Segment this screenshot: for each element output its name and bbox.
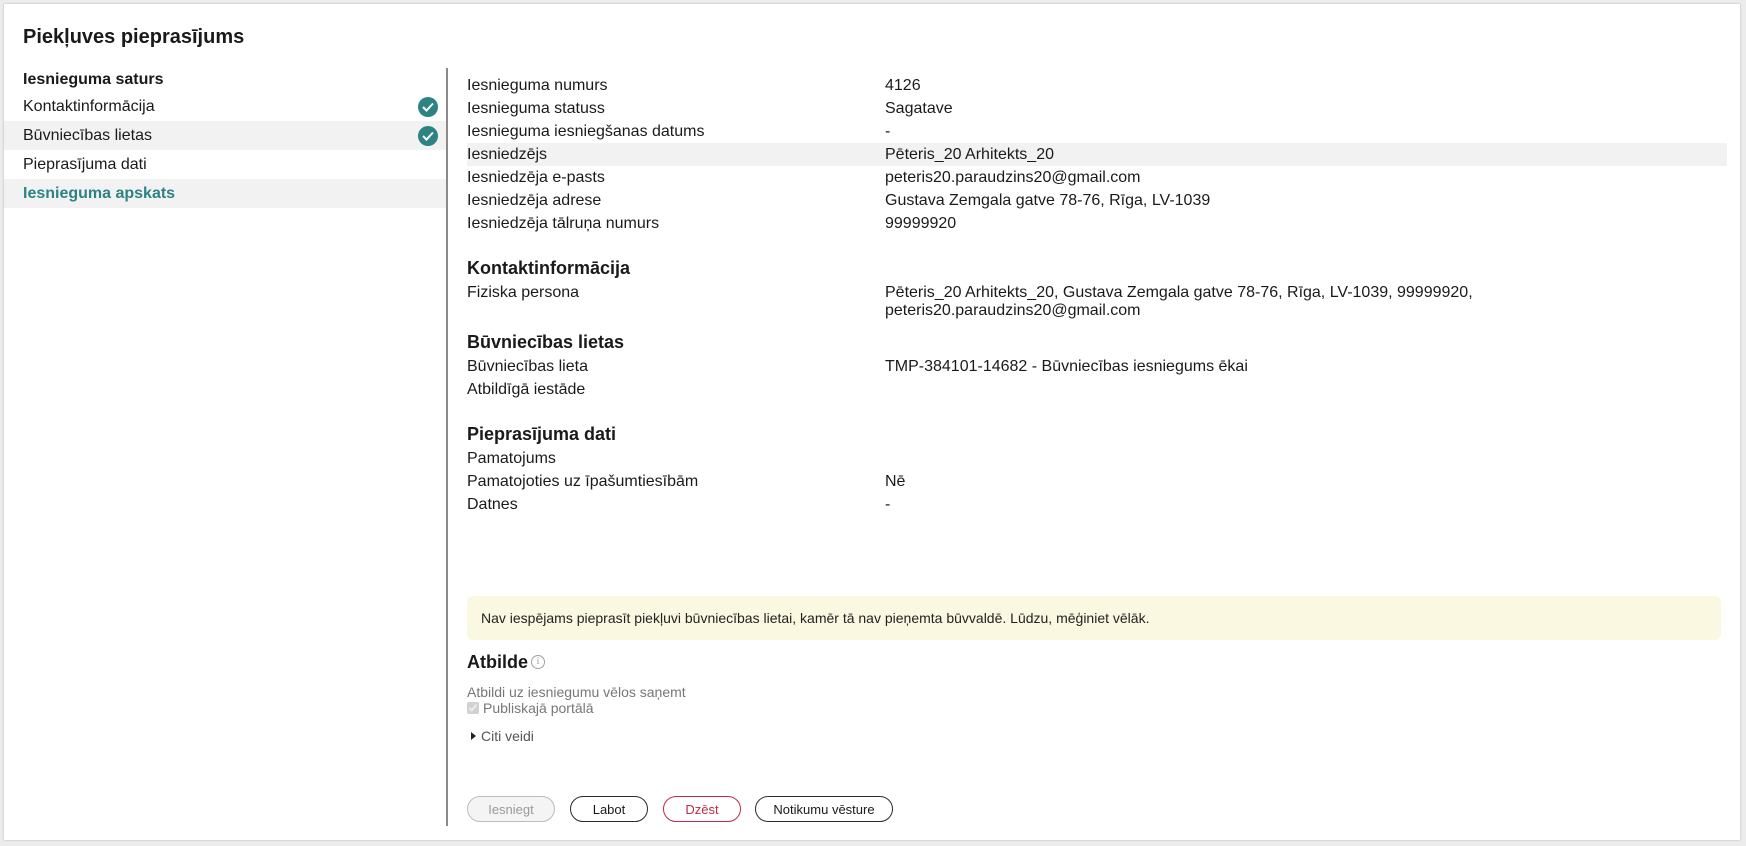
summary-section: Iesnieguma numurs 4126 Iesnieguma status… (467, 74, 1727, 235)
history-button[interactable]: Notikumu vēsture (755, 796, 893, 822)
contact-section-title: Kontaktinformācija (467, 258, 631, 278)
summary-row: Iesnieguma iesniegšanas datums - (467, 120, 1727, 143)
check-circle-icon (418, 126, 438, 146)
field-value: Gustava Zemgala gatve 78-76, Rīga, LV-10… (885, 192, 1211, 209)
field-label: Datnes (467, 496, 518, 513)
answer-subtitle: Atbildi uz iesniegumu vēlos saņemt (467, 684, 686, 700)
vertical-divider (446, 68, 448, 826)
summary-row: Iesniedzēja adrese Gustava Zemgala gatve… (467, 189, 1727, 212)
edit-button[interactable]: Labot (570, 796, 648, 822)
public-portal-checkbox[interactable] (467, 702, 479, 714)
field-value: 4126 (885, 77, 921, 94)
page-title: Piekļuves pieprasījums (23, 26, 245, 48)
submit-button[interactable]: Iesniegt (467, 796, 555, 822)
checkbox-label: Publiskajā portālā (483, 700, 594, 716)
contact-row: Fiziska persona Pēteris_20 Arhitekts_20,… (467, 281, 1727, 319)
request-section-title: Pieprasījuma dati (467, 424, 617, 444)
field-label: Atbildīgā iestāde (467, 381, 586, 398)
field-value: Pēteris_20 Arhitekts_20, Gustava Zemgala… (885, 284, 1473, 319)
check-circle-icon (418, 97, 438, 117)
sidebar-item-label: Iesnieguma apskats (23, 185, 176, 202)
field-label: Fiziska persona (467, 284, 580, 301)
sidebar-item-construction-cases[interactable]: Būvniecības lietas (4, 121, 446, 150)
sidebar-heading: Iesnieguma saturs (23, 71, 164, 88)
field-label: Pamatojums (467, 450, 556, 467)
field-label: Iesniedzēja e-pasts (467, 169, 605, 186)
field-label: Iesniedzējs (467, 146, 548, 163)
sidebar-item-label: Pieprasījuma dati (23, 156, 147, 173)
construction-row: Būvniecības lieta TMP-384101-14682 - Būv… (467, 355, 1727, 378)
warning-notice: Nav iespējams pieprasīt piekļuvi būvniec… (467, 596, 1721, 640)
field-value: TMP-384101-14682 - Būvniecības iesniegum… (885, 358, 1248, 375)
caret-right-icon (471, 732, 476, 740)
field-value: 99999920 (885, 215, 957, 232)
field-value: Nē (885, 473, 906, 490)
field-label: Iesnieguma numurs (467, 77, 608, 94)
delete-button[interactable]: Dzēst (663, 796, 741, 822)
summary-row: Iesnieguma numurs 4126 (467, 74, 1727, 97)
field-label: Iesniedzēja adrese (467, 192, 602, 209)
construction-section-title: Būvniecības lietas (467, 332, 625, 352)
other-methods-toggle[interactable]: Citi veidi (471, 728, 534, 744)
info-icon[interactable]: i (531, 655, 545, 669)
summary-row: Iesniedzējs Pēteris_20 Arhitekts_20 (467, 143, 1727, 166)
sidebar-item-review[interactable]: Iesnieguma apskats (4, 179, 446, 208)
field-label: Iesnieguma statuss (467, 100, 605, 117)
sidebar-item-request-data[interactable]: Pieprasījuma dati (4, 150, 446, 179)
sidebar: Iesnieguma saturs Kontaktinformācija Būv… (4, 68, 446, 208)
field-value: - (885, 123, 891, 140)
field-value: peteris20.paraudzins20@gmail.com (885, 169, 1141, 186)
field-value: Sagatave (885, 100, 953, 117)
field-value: - (885, 496, 891, 513)
summary-row: Iesnieguma statuss Sagatave (467, 97, 1727, 120)
request-row: Pamatojoties uz īpašumtiesībām Nē (467, 470, 1727, 493)
field-label: Iesniedzēja tālruņa numurs (467, 215, 660, 232)
summary-row: Iesniedzēja tālruņa numurs 99999920 (467, 212, 1727, 235)
sidebar-item-label: Kontaktinformācija (23, 98, 155, 115)
request-row: Pamatojums (467, 447, 1727, 470)
application-card: Piekļuves pieprasījums Iesnieguma saturs… (4, 4, 1740, 840)
field-label: Būvniecības lieta (467, 358, 588, 375)
construction-row: Atbildīgā iestāde (467, 378, 1727, 401)
request-row: Datnes - (467, 493, 1727, 516)
field-label: Pamatojoties uz īpašumtiesībām (467, 473, 699, 490)
summary-row: Iesniedzēja e-pasts peteris20.paraudzins… (467, 166, 1727, 189)
other-methods-label: Citi veidi (481, 728, 534, 744)
sidebar-item-contact[interactable]: Kontaktinformācija (4, 92, 446, 121)
public-portal-option: Publiskajā portālā (467, 700, 594, 716)
main-content: Iesnieguma numurs 4126 Iesnieguma status… (467, 74, 1727, 822)
sidebar-item-label: Būvniecības lietas (23, 127, 152, 144)
answer-title: Atbilde (467, 652, 528, 672)
field-label: Iesnieguma iesniegšanas datums (467, 123, 705, 140)
field-value: Pēteris_20 Arhitekts_20 (885, 146, 1054, 163)
